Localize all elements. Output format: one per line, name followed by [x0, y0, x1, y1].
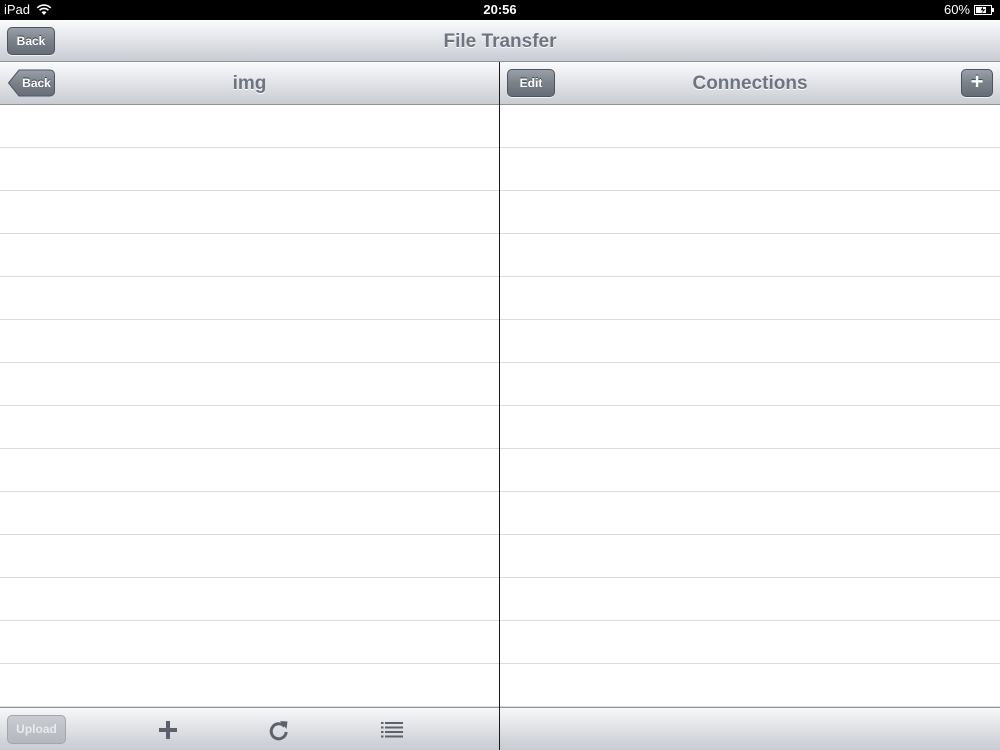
- list-item[interactable]: [0, 664, 499, 707]
- list-item[interactable]: [500, 449, 1000, 492]
- add-connection-button[interactable]: +: [961, 69, 993, 97]
- list-item[interactable]: [500, 664, 1000, 707]
- list-item[interactable]: [0, 406, 499, 449]
- list-item[interactable]: [0, 492, 499, 535]
- list-item[interactable]: [500, 191, 1000, 234]
- list-item[interactable]: [0, 449, 499, 492]
- list-item[interactable]: [0, 363, 499, 406]
- list-item[interactable]: [500, 105, 1000, 148]
- list-item[interactable]: [0, 105, 499, 148]
- status-bar: iPad 20:56 60%: [0, 0, 1000, 20]
- list-item[interactable]: [500, 320, 1000, 363]
- list-item[interactable]: [500, 535, 1000, 578]
- folder-navigation-bar: Back img: [0, 62, 499, 105]
- list-item[interactable]: [0, 234, 499, 277]
- list-item[interactable]: [500, 492, 1000, 535]
- upload-button[interactable]: Upload: [7, 715, 66, 744]
- list-item[interactable]: [500, 363, 1000, 406]
- list-item[interactable]: [0, 191, 499, 234]
- clock: 20:56: [483, 2, 517, 17]
- battery-icon: [974, 5, 994, 15]
- list-item[interactable]: [500, 234, 1000, 277]
- split-view-divider: [499, 62, 500, 750]
- connections-navigation-bar: Edit Connections +: [500, 62, 1000, 105]
- list-item[interactable]: [500, 148, 1000, 191]
- connections-toolbar: [500, 707, 1000, 750]
- list-item[interactable]: [0, 320, 499, 363]
- battery-percentage: 60%: [943, 2, 970, 17]
- file-list[interactable]: [0, 105, 499, 707]
- folder-title: img: [232, 73, 267, 94]
- list-item[interactable]: [0, 621, 499, 664]
- connections-title: Connections: [692, 73, 808, 94]
- list-item[interactable]: [0, 148, 499, 191]
- list-item[interactable]: [0, 578, 499, 621]
- list-item[interactable]: [500, 578, 1000, 621]
- list-item[interactable]: [0, 277, 499, 320]
- connections-list[interactable]: [500, 105, 1000, 707]
- file-toolbar: Upload: [0, 707, 499, 750]
- refresh-icon[interactable]: [267, 718, 291, 742]
- list-item[interactable]: [500, 621, 1000, 664]
- list-item[interactable]: [500, 406, 1000, 449]
- plus-icon[interactable]: [156, 718, 180, 742]
- list-item[interactable]: [500, 277, 1000, 320]
- main-navigation-bar: Back File Transfer: [0, 20, 1000, 62]
- list-icon[interactable]: [380, 718, 404, 742]
- list-item[interactable]: [0, 535, 499, 578]
- page-title: File Transfer: [443, 31, 557, 52]
